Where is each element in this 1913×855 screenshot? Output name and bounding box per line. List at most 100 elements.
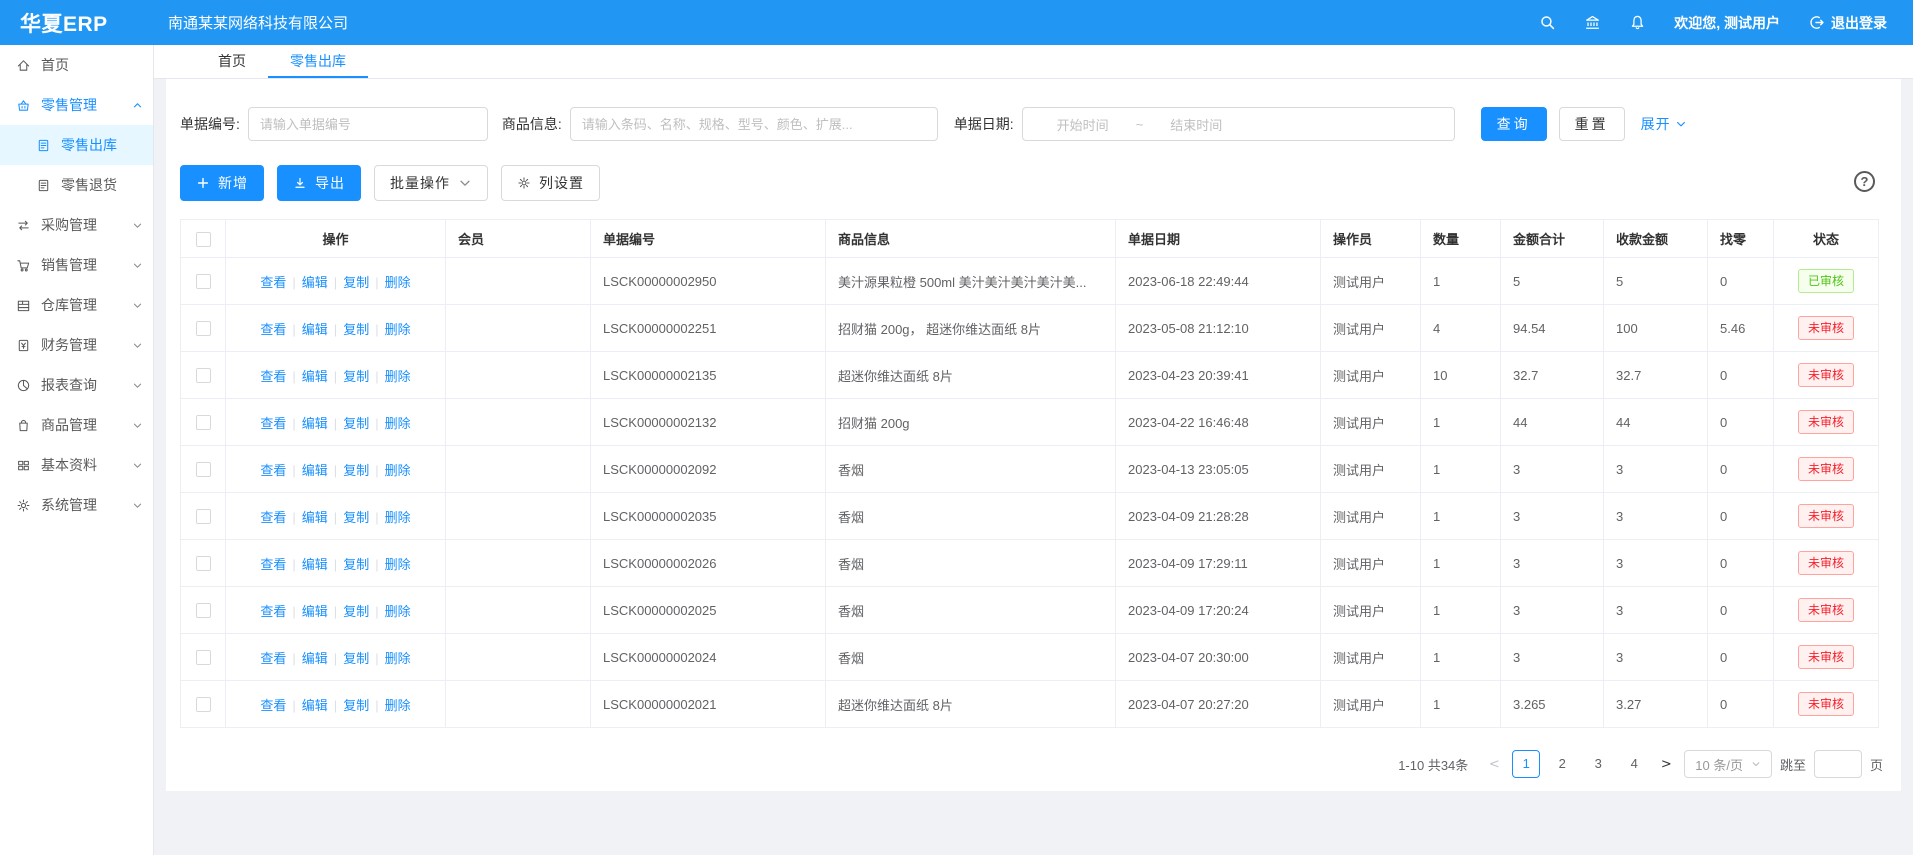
cell-product: 香烟 [826, 587, 1116, 634]
help-icon[interactable]: ? [1854, 171, 1875, 192]
row-action-view[interactable]: 查看 [260, 369, 286, 384]
company-name: 南通某某网络科技有限公司 [168, 12, 348, 33]
sidebar-item-6[interactable]: 报表查询 [0, 365, 153, 405]
row-action-delete[interactable]: 删除 [385, 698, 411, 713]
table-header-row: 操作会员单据编号商品信息单据日期操作员数量金额合计收款金额找零状态 [181, 220, 1879, 258]
row-action-delete[interactable]: 删除 [385, 322, 411, 337]
page-number-1[interactable]: 1 [1512, 750, 1540, 778]
row-action-edit[interactable]: 编辑 [302, 463, 328, 478]
row-action-delete[interactable]: 删除 [385, 651, 411, 666]
sidebar-item-5[interactable]: 财务管理 [0, 325, 153, 365]
sidebar-item-1[interactable]: 零售管理 [0, 85, 153, 125]
row-action-view[interactable]: 查看 [260, 275, 286, 290]
date-range-picker[interactable]: 开始时间 ~ 结束时间 [1022, 107, 1455, 141]
row-action-edit[interactable]: 编辑 [302, 510, 328, 525]
row-action-delete[interactable]: 删除 [385, 557, 411, 572]
row-action-view[interactable]: 查看 [260, 322, 286, 337]
cell-received: 3 [1604, 446, 1708, 493]
row-action-view[interactable]: 查看 [260, 510, 286, 525]
search-icon[interactable] [1539, 14, 1556, 31]
page-size-select[interactable]: 10 条/页 [1684, 750, 1772, 778]
sidebar-item-0[interactable]: 首页 [0, 45, 153, 85]
row-action-copy[interactable]: 复制 [343, 463, 369, 478]
page-number-4[interactable]: 4 [1620, 750, 1648, 778]
tab-1[interactable]: 零售出库 [268, 45, 368, 78]
row-action-edit[interactable]: 编辑 [302, 698, 328, 713]
cell-actions: 查看|编辑|复制|删除 [226, 446, 446, 493]
row-action-copy[interactable]: 复制 [343, 557, 369, 572]
sidebar-item-3[interactable]: 销售管理 [0, 245, 153, 285]
export-button[interactable]: 导出 [277, 165, 361, 201]
bank-icon[interactable] [1584, 14, 1601, 31]
row-action-copy[interactable]: 复制 [343, 369, 369, 384]
page-number-2[interactable]: 2 [1548, 750, 1576, 778]
logout-button[interactable]: 退出登录 [1808, 13, 1887, 33]
jump-page-input[interactable] [1814, 750, 1862, 778]
sidebar-item-4[interactable]: 仓库管理 [0, 285, 153, 325]
sidebar-item-8[interactable]: 基本资料 [0, 445, 153, 485]
tab-bar: 首页零售出库 [154, 45, 1913, 79]
sidebar-item-2[interactable]: 采购管理 [0, 205, 153, 245]
expand-link[interactable]: 展开 [1641, 114, 1687, 134]
sidebar-item-9[interactable]: 系统管理 [0, 485, 153, 525]
column-settings-button[interactable]: 列设置 [501, 165, 600, 201]
cell-total: 3 [1501, 493, 1604, 540]
row-checkbox[interactable] [196, 509, 211, 524]
product-input[interactable] [570, 107, 938, 141]
prev-page-button[interactable]: < [1484, 757, 1504, 772]
row-checkbox[interactable] [196, 274, 211, 289]
row-action-copy[interactable]: 复制 [343, 510, 369, 525]
row-action-delete[interactable]: 删除 [385, 510, 411, 525]
bell-icon[interactable] [1629, 14, 1646, 31]
sidebar-subitem-1-1[interactable]: 零售退货 [0, 165, 153, 205]
sidebar-item-7[interactable]: 商品管理 [0, 405, 153, 445]
row-checkbox[interactable] [196, 556, 211, 571]
page-number-3[interactable]: 3 [1584, 750, 1612, 778]
tab-0[interactable]: 首页 [196, 45, 268, 78]
chevron-down-icon [132, 300, 143, 311]
row-action-edit[interactable]: 编辑 [302, 322, 328, 337]
cell-operator: 测试用户 [1321, 258, 1421, 305]
row-checkbox[interactable] [196, 321, 211, 336]
row-checkbox[interactable] [196, 462, 211, 477]
reset-button[interactable]: 重置 [1559, 107, 1625, 141]
row-action-view[interactable]: 查看 [260, 651, 286, 666]
row-action-view[interactable]: 查看 [260, 416, 286, 431]
sidebar-subitem-1-0[interactable]: 零售出库 [0, 125, 153, 165]
row-action-view[interactable]: 查看 [260, 463, 286, 478]
row-action-delete[interactable]: 删除 [385, 463, 411, 478]
row-action-view[interactable]: 查看 [260, 557, 286, 572]
row-action-edit[interactable]: 编辑 [302, 369, 328, 384]
search-button[interactable]: 查询 [1481, 107, 1547, 141]
row-action-edit[interactable]: 编辑 [302, 604, 328, 619]
row-checkbox[interactable] [196, 415, 211, 430]
row-action-copy[interactable]: 复制 [343, 651, 369, 666]
row-action-delete[interactable]: 删除 [385, 369, 411, 384]
row-action-copy[interactable]: 复制 [343, 698, 369, 713]
row-action-edit[interactable]: 编辑 [302, 557, 328, 572]
row-action-edit[interactable]: 编辑 [302, 275, 328, 290]
row-action-copy[interactable]: 复制 [343, 604, 369, 619]
row-action-edit[interactable]: 编辑 [302, 416, 328, 431]
row-checkbox[interactable] [196, 650, 211, 665]
row-action-copy[interactable]: 复制 [343, 275, 369, 290]
add-button[interactable]: 新增 [180, 165, 264, 201]
row-action-delete[interactable]: 删除 [385, 275, 411, 290]
row-action-delete[interactable]: 删除 [385, 416, 411, 431]
order-no-input[interactable] [248, 107, 488, 141]
next-page-button[interactable]: > [1656, 757, 1676, 772]
cell-qty: 1 [1421, 681, 1501, 728]
row-checkbox[interactable] [196, 603, 211, 618]
batch-actions-button[interactable]: 批量操作 [374, 165, 488, 201]
row-action-view[interactable]: 查看 [260, 698, 286, 713]
row-checkbox[interactable] [196, 697, 211, 712]
row-action-copy[interactable]: 复制 [343, 322, 369, 337]
select-all-checkbox[interactable] [196, 232, 211, 247]
row-action-view[interactable]: 查看 [260, 604, 286, 619]
cell-product: 超迷你维达面纸 8片 [826, 352, 1116, 399]
row-checkbox[interactable] [196, 368, 211, 383]
cell-member [446, 634, 591, 681]
row-action-delete[interactable]: 删除 [385, 604, 411, 619]
row-action-edit[interactable]: 编辑 [302, 651, 328, 666]
row-action-copy[interactable]: 复制 [343, 416, 369, 431]
